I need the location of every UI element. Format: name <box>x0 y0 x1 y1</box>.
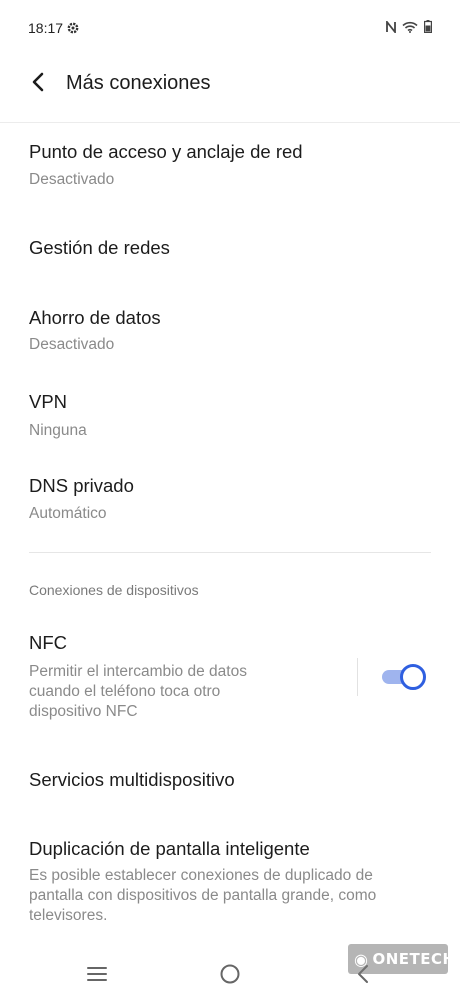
status-time: 18:17 <box>28 20 64 36</box>
settings-icon <box>66 21 80 35</box>
page-title: Más conexiones <box>66 72 211 94</box>
list-item-vpn[interactable]: VPN Ninguna <box>0 378 460 454</box>
list-item-network-management[interactable]: Gestión de redes <box>0 215 460 281</box>
home-icon <box>219 963 241 990</box>
app-bar: Más conexiones <box>0 62 460 108</box>
item-subtitle: Desactivado <box>29 336 115 353</box>
toggle-thumb <box>400 664 426 690</box>
section-divider <box>29 552 431 553</box>
wifi-icon <box>402 21 418 33</box>
watermark-logo-icon: ◉ <box>354 949 369 969</box>
item-title: Gestión de redes <box>29 237 170 258</box>
item-title: Punto de acceso y anclaje de red <box>29 141 303 162</box>
list-item-data-saver[interactable]: Ahorro de datos Desactivado <box>0 290 460 370</box>
item-title: VPN <box>29 391 68 412</box>
list-item-multidevice[interactable]: Servicios multidispositivo <box>0 750 460 814</box>
nfc-toggle[interactable] <box>382 663 428 691</box>
item-subtitle: Ninguna <box>29 422 87 439</box>
status-icons <box>386 20 432 33</box>
toggle-separator <box>357 658 358 696</box>
back-button[interactable] <box>22 68 54 100</box>
header-divider <box>0 122 460 123</box>
item-description: Permitir el intercambio de datos cuando … <box>29 663 247 720</box>
item-subtitle: Desactivado <box>29 171 115 188</box>
chevron-left-icon <box>31 72 45 97</box>
menu-button[interactable] <box>81 962 113 990</box>
menu-icon <box>86 966 108 987</box>
list-item-screen-mirroring[interactable]: Duplicación de pantalla inteligente Es p… <box>0 822 460 932</box>
item-title: Servicios multidispositivo <box>29 769 235 790</box>
item-description: Es posible establecer conexiones de dupl… <box>29 867 377 924</box>
home-button[interactable] <box>214 962 246 990</box>
list-item-private-dns[interactable]: DNS privado Automático <box>0 462 460 540</box>
section-header: Conexiones de dispositivos <box>29 582 199 598</box>
item-title: Duplicación de pantalla inteligente <box>29 838 310 859</box>
watermark: ◉ ONETECH <box>348 944 455 974</box>
status-bar: 18:17 <box>0 0 460 58</box>
list-item-hotspot[interactable]: Punto de acceso y anclaje de red Desacti… <box>0 128 460 208</box>
watermark-text: ONETECH <box>372 950 456 968</box>
item-title: Ahorro de datos <box>29 307 161 328</box>
nfc-icon <box>386 20 396 33</box>
item-title: DNS privado <box>29 475 134 496</box>
battery-icon <box>424 20 432 33</box>
item-title: NFC <box>29 632 68 653</box>
item-subtitle: Automático <box>29 505 107 522</box>
